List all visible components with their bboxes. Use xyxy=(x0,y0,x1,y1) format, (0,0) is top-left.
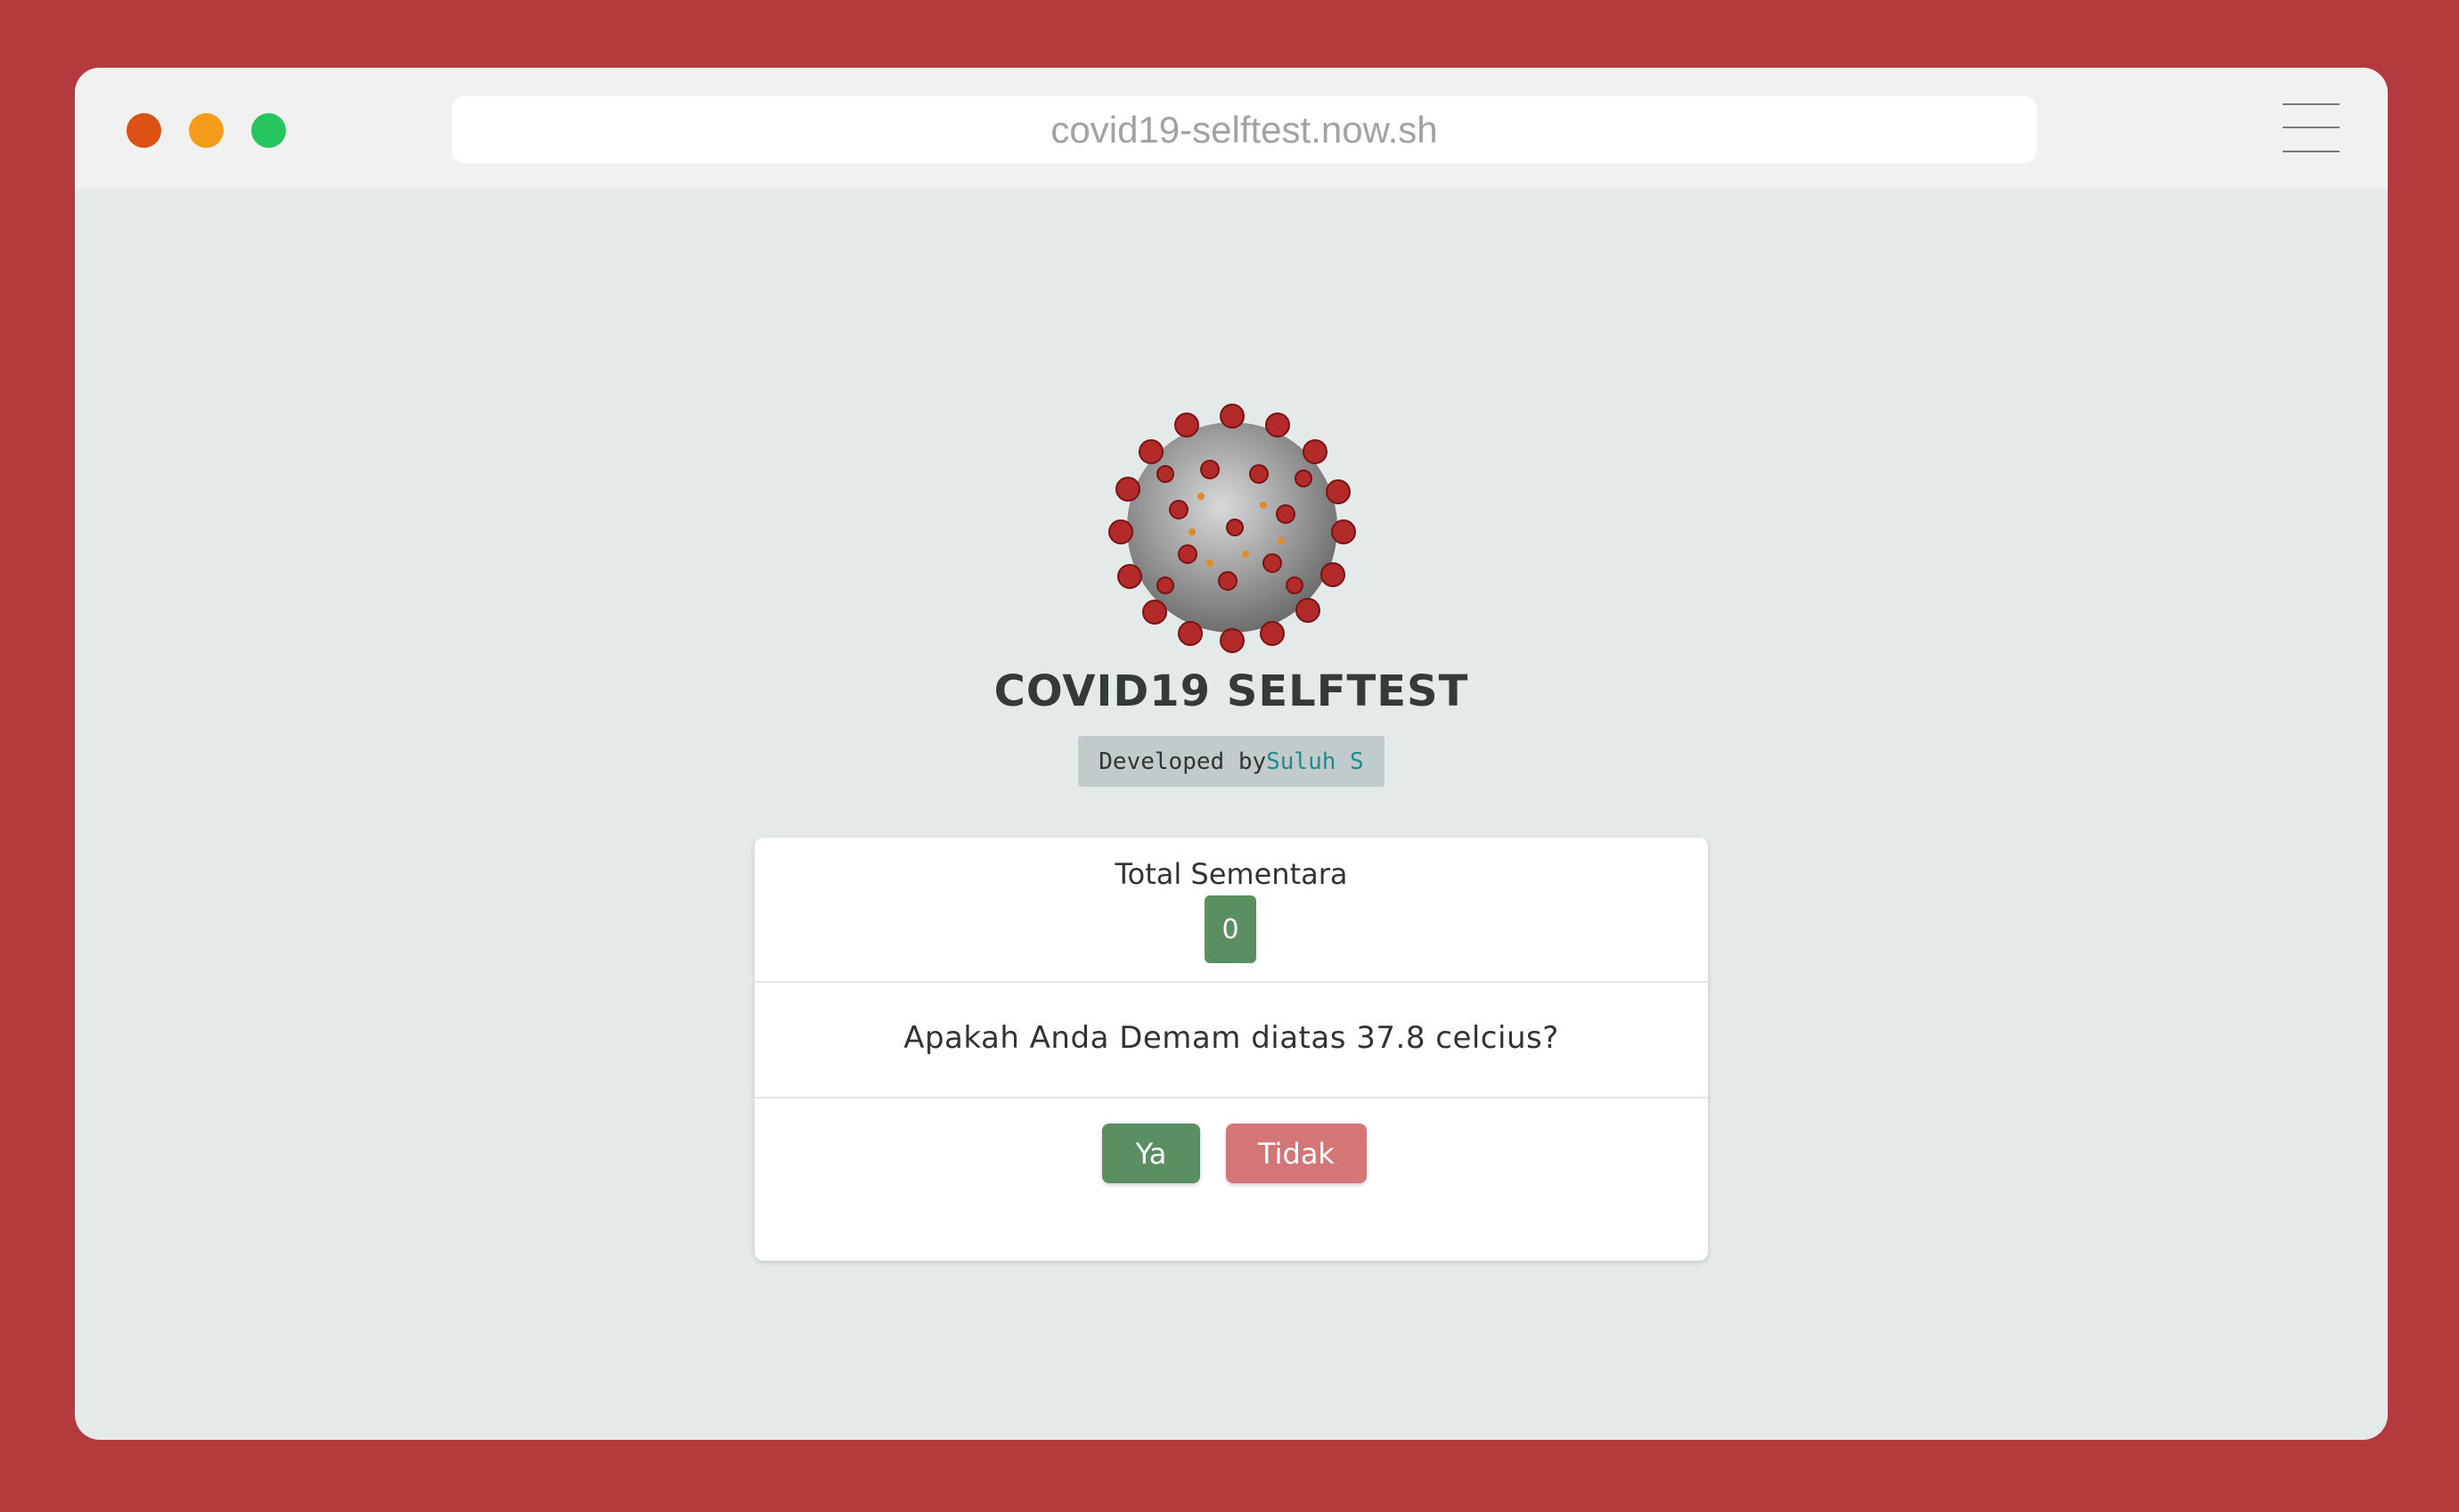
card-footer: Ya Tidak xyxy=(755,1099,1708,1261)
total-score-badge: 0 xyxy=(1205,895,1256,963)
browser-window: covid19-selftest.now.sh COVID19 SELFTEST… xyxy=(75,68,2388,1440)
coronavirus-logo xyxy=(1108,404,1356,653)
selftest-card: Total Sementara 0 Apakah Anda Demam diat… xyxy=(755,838,1708,1261)
question-text: Apakah Anda Demam diatas 37.8 celcius? xyxy=(903,1020,1559,1056)
no-button[interactable]: Tidak xyxy=(1226,1124,1367,1183)
developed-by-label: Developed by xyxy=(1099,748,1267,775)
author-link[interactable]: Suluh S xyxy=(1266,748,1364,775)
card-body: Apakah Anda Demam diatas 37.8 celcius? xyxy=(755,983,1708,1099)
page-title: COVID19 SELFTEST xyxy=(993,666,1469,716)
maximize-window-icon[interactable] xyxy=(251,113,286,148)
card-header: Total Sementara 0 xyxy=(755,838,1708,983)
total-label: Total Sementara xyxy=(1115,857,1348,891)
browser-titlebar: covid19-selftest.now.sh xyxy=(75,68,2388,189)
close-window-icon[interactable] xyxy=(127,113,161,148)
address-bar[interactable]: covid19-selftest.now.sh xyxy=(452,96,2037,163)
hamburger-menu-icon[interactable] xyxy=(2283,103,2340,153)
developer-credit: Developed by Suluh S xyxy=(1078,736,1385,787)
minimize-window-icon[interactable] xyxy=(189,113,224,148)
yes-button[interactable]: Ya xyxy=(1102,1124,1200,1183)
